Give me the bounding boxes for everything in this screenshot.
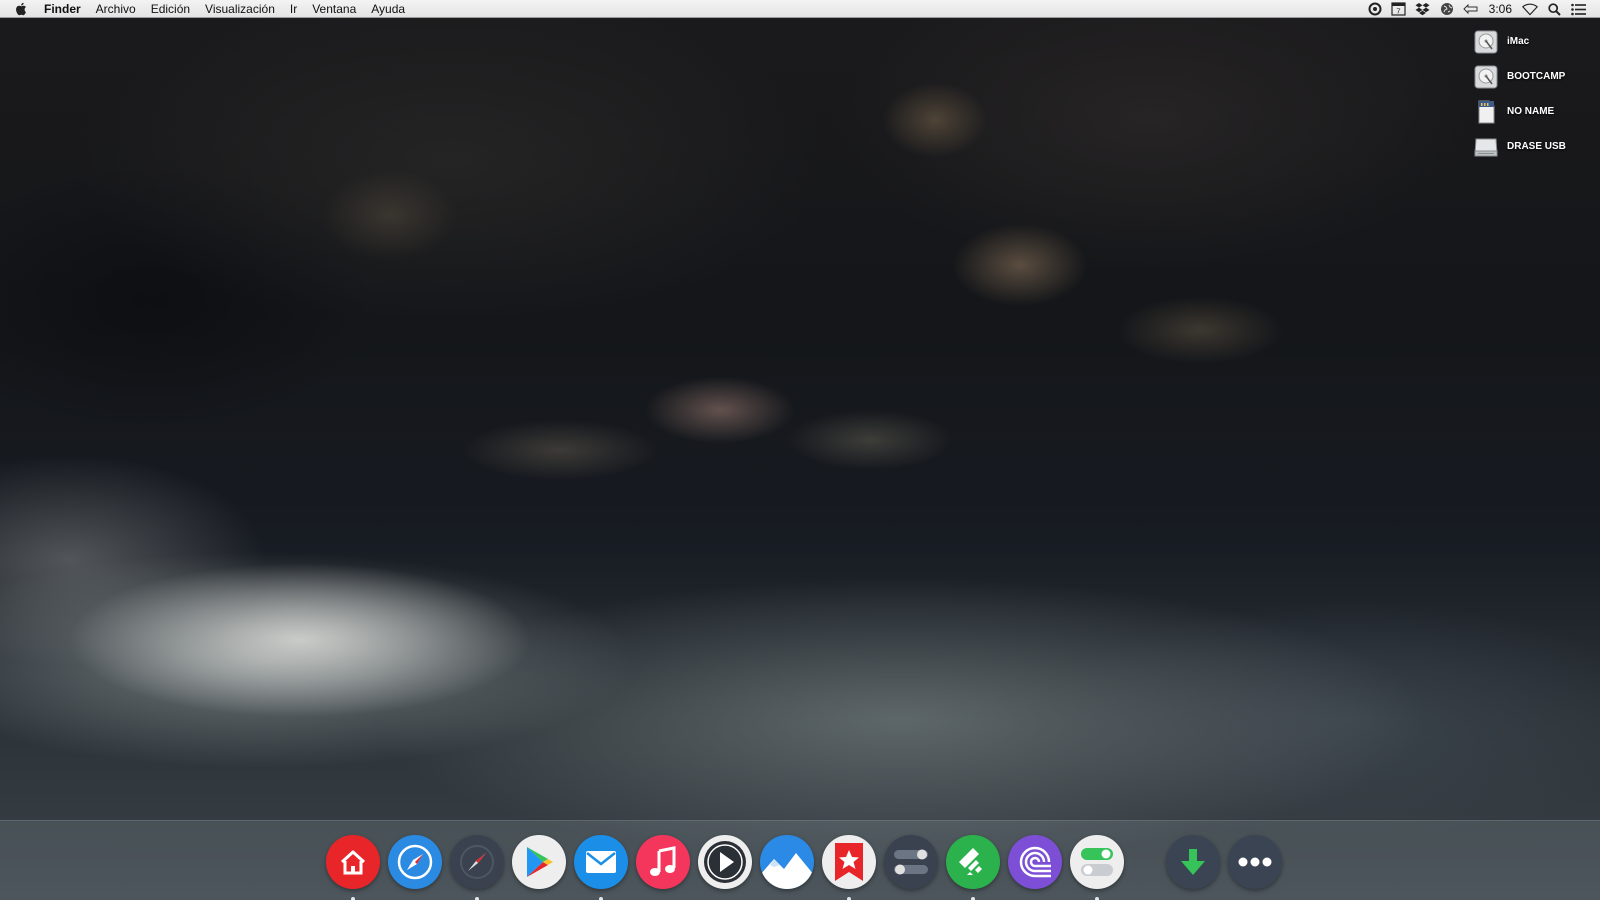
volume-bootcamp[interactable]: BOOTCAMP — [1474, 59, 1582, 94]
menu-visualizacion[interactable]: Visualización — [205, 2, 275, 16]
calendar-icon[interactable]: 7 — [1391, 1, 1407, 17]
hard-disk-icon — [1474, 29, 1498, 55]
sd-card-icon — [1474, 99, 1498, 125]
music-icon — [636, 835, 690, 889]
menu-ventana[interactable]: Ventana — [312, 2, 356, 16]
dock-apps — [326, 834, 1290, 900]
desktop-wallpaper — [0, 0, 1600, 900]
volume-label: iMac — [1507, 36, 1530, 47]
battery-icon[interactable] — [1462, 1, 1479, 17]
menu-edicion[interactable]: Edición — [151, 2, 190, 16]
dock-app-toggles[interactable] — [884, 835, 938, 889]
home-icon — [326, 835, 380, 889]
more-dots-icon — [1228, 835, 1282, 889]
dock-app-bookmarks[interactable] — [822, 835, 876, 900]
dropbox-icon[interactable] — [1415, 1, 1431, 17]
apple-logo-icon[interactable] — [15, 2, 29, 16]
dock-app-player[interactable] — [698, 835, 752, 889]
feedly-icon — [946, 835, 1000, 889]
dock-app-photos[interactable] — [760, 835, 814, 889]
bittorrent-icon — [1008, 835, 1062, 889]
desktop-volumes: iMac BOOTCAMP NO NAME DRASE USB — [1474, 24, 1582, 164]
status-area: 7 3:06 — [1367, 0, 1586, 18]
svg-text:7: 7 — [1397, 7, 1401, 16]
toggles-icon — [884, 835, 938, 889]
globe-icon[interactable] — [1439, 1, 1455, 17]
star-bookmark-icon — [822, 835, 876, 889]
hard-disk-icon — [1474, 64, 1498, 90]
menu-archivo[interactable]: Archivo — [96, 2, 136, 16]
dock-app-home[interactable] — [326, 835, 380, 900]
dock-more-stack[interactable] — [1228, 835, 1282, 889]
menu-ayuda[interactable]: Ayuda — [371, 2, 405, 16]
volume-no-name[interactable]: NO NAME — [1474, 94, 1582, 129]
dock-app-safari[interactable] — [388, 835, 442, 889]
volume-imac[interactable]: iMac — [1474, 24, 1582, 59]
play-store-icon — [512, 835, 566, 889]
menu-app-name[interactable]: Finder — [44, 2, 81, 16]
dock-app-mail[interactable] — [574, 835, 628, 900]
safari-compass-icon — [388, 835, 442, 889]
dock — [0, 820, 1600, 900]
dock-downloads-stack[interactable] — [1166, 835, 1220, 889]
photos-mountain-icon — [760, 835, 814, 889]
switch-settings-icon — [1070, 835, 1124, 889]
volume-label: NO NAME — [1507, 106, 1555, 117]
dock-app-feedly[interactable] — [946, 835, 1000, 900]
mail-icon — [574, 835, 628, 889]
dock-app-play-store[interactable] — [512, 835, 566, 889]
notification-center-icon[interactable] — [1570, 1, 1586, 17]
play-circle-icon — [698, 835, 752, 889]
wifi-icon[interactable] — [1522, 1, 1538, 17]
screen-record-icon[interactable] — [1367, 1, 1383, 17]
menu-ir[interactable]: Ir — [290, 2, 297, 16]
volume-drase-usb[interactable]: DRASE USB — [1474, 129, 1582, 164]
volume-label: DRASE USB — [1507, 141, 1566, 152]
volume-label: BOOTCAMP — [1507, 71, 1566, 82]
usb-drive-icon — [1474, 134, 1498, 160]
spotlight-search-icon[interactable] — [1546, 1, 1562, 17]
compass-dark-icon — [450, 835, 504, 889]
dock-app-music[interactable] — [636, 835, 690, 889]
dock-app-bittorrent[interactable] — [1008, 835, 1062, 889]
dock-app-compass[interactable] — [450, 835, 504, 900]
download-arrow-icon — [1166, 835, 1220, 889]
dock-app-switches[interactable] — [1070, 835, 1124, 900]
menu-clock[interactable]: 3:06 — [1489, 2, 1512, 16]
menu-bar: Finder Archivo Edición Visualización Ir … — [0, 0, 1600, 18]
